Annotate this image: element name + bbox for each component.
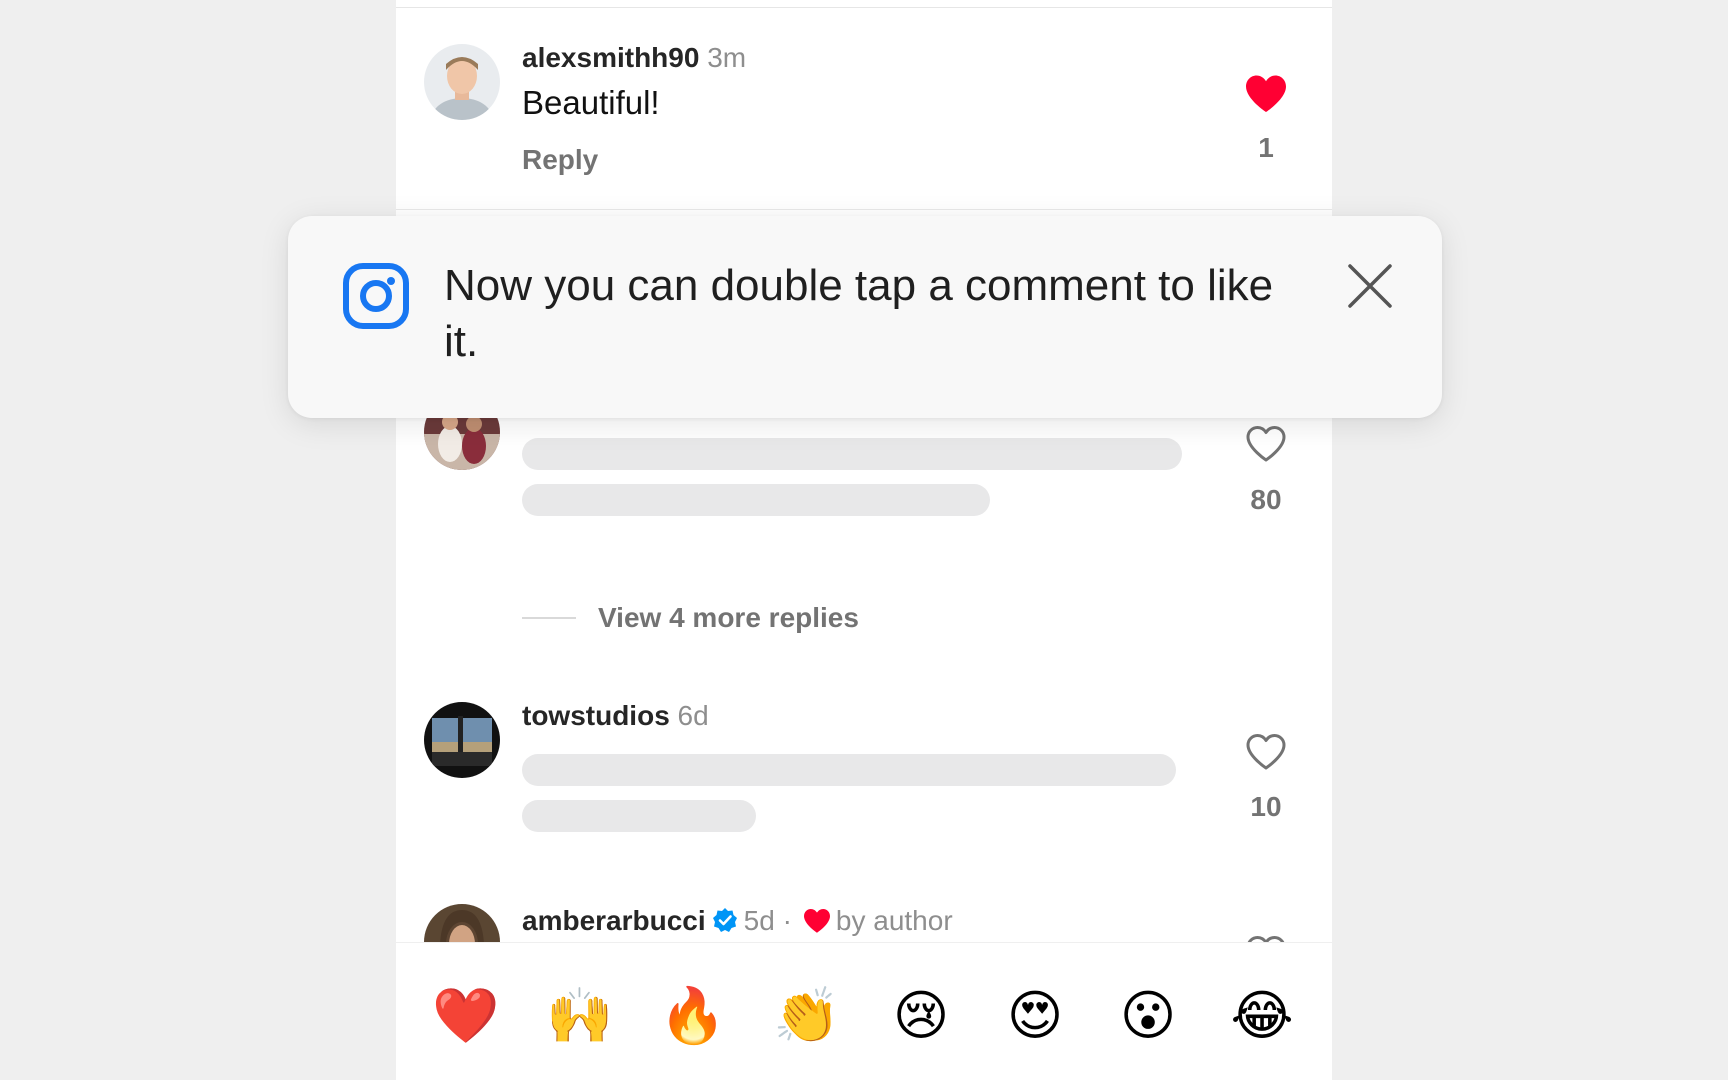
comment-text-placeholder xyxy=(522,438,1182,470)
reply-button[interactable]: Reply xyxy=(522,144,598,176)
like-count: 10 xyxy=(1250,791,1282,822)
comment-username[interactable]: towstudios 6d xyxy=(522,700,709,732)
like-button[interactable] xyxy=(1244,74,1288,114)
emoji-surprised[interactable]: 😮 xyxy=(1113,981,1183,1051)
like-button[interactable] xyxy=(1244,424,1288,464)
meta-separator: · xyxy=(782,905,792,936)
username-text[interactable]: towstudios xyxy=(522,700,670,731)
emoji-clapping[interactable]: 👏 xyxy=(772,981,842,1051)
heart-outline-icon xyxy=(1246,734,1286,770)
emoji-laughing[interactable]: 😂 xyxy=(1227,981,1297,1051)
username-text[interactable]: amberarbucci xyxy=(522,905,706,936)
comment-text-placeholder xyxy=(522,800,756,832)
comment-timestamp: 5d xyxy=(743,905,775,936)
like-count: 1 xyxy=(1258,132,1274,163)
close-icon xyxy=(1348,264,1392,308)
emoji-crying[interactable]: 😢 xyxy=(886,981,956,1051)
verified-badge-icon xyxy=(712,908,737,932)
liked-by-author-label: by author xyxy=(835,905,953,936)
avatar[interactable] xyxy=(424,44,500,120)
heart-outline-icon xyxy=(1246,426,1286,462)
tip-toast: Now you can double tap a comment to like… xyxy=(288,216,1442,418)
emoji-fire[interactable]: 🔥 xyxy=(658,981,728,1051)
emoji-raising-hands[interactable]: 🙌 xyxy=(545,981,615,1051)
toast-message: Now you can double tap a comment to like… xyxy=(444,261,1274,366)
emoji-heart-eyes[interactable]: 😍 xyxy=(1000,981,1070,1051)
like-button[interactable] xyxy=(1244,732,1288,772)
close-button[interactable] xyxy=(1346,262,1394,310)
comment-text-placeholder xyxy=(522,484,990,516)
comment-username[interactable]: amberarbucci 5d · by author xyxy=(522,905,953,937)
emoji-reaction-bar: ❤️ 🙌 🔥 👏 😢 😍 😮 😂 xyxy=(396,942,1332,1080)
heart-filled-icon xyxy=(803,908,830,933)
comment-text-placeholder xyxy=(522,754,1176,786)
comment-username[interactable]: alexsmithh90 3m xyxy=(522,42,746,74)
emoji-heart[interactable]: ❤️ xyxy=(431,981,501,1051)
divider xyxy=(396,209,1332,210)
divider xyxy=(396,7,1332,8)
comment-timestamp: 3m xyxy=(707,42,747,73)
like-count: 80 xyxy=(1250,484,1282,515)
comment-timestamp: 6d xyxy=(677,700,709,731)
username-text[interactable]: alexsmithh90 xyxy=(522,42,699,73)
replies-line xyxy=(522,617,576,619)
view-more-replies[interactable]: View 4 more replies xyxy=(522,602,859,634)
avatar[interactable] xyxy=(424,702,500,778)
comments-panel: alexsmithh90 3m Beautiful! Reply 1 80 Vi… xyxy=(396,0,1332,1080)
heart-filled-icon xyxy=(1246,75,1286,112)
comment-text: Beautiful! xyxy=(522,84,660,121)
instagram-icon xyxy=(342,262,410,330)
view-replies-label[interactable]: View 4 more replies xyxy=(598,602,859,634)
